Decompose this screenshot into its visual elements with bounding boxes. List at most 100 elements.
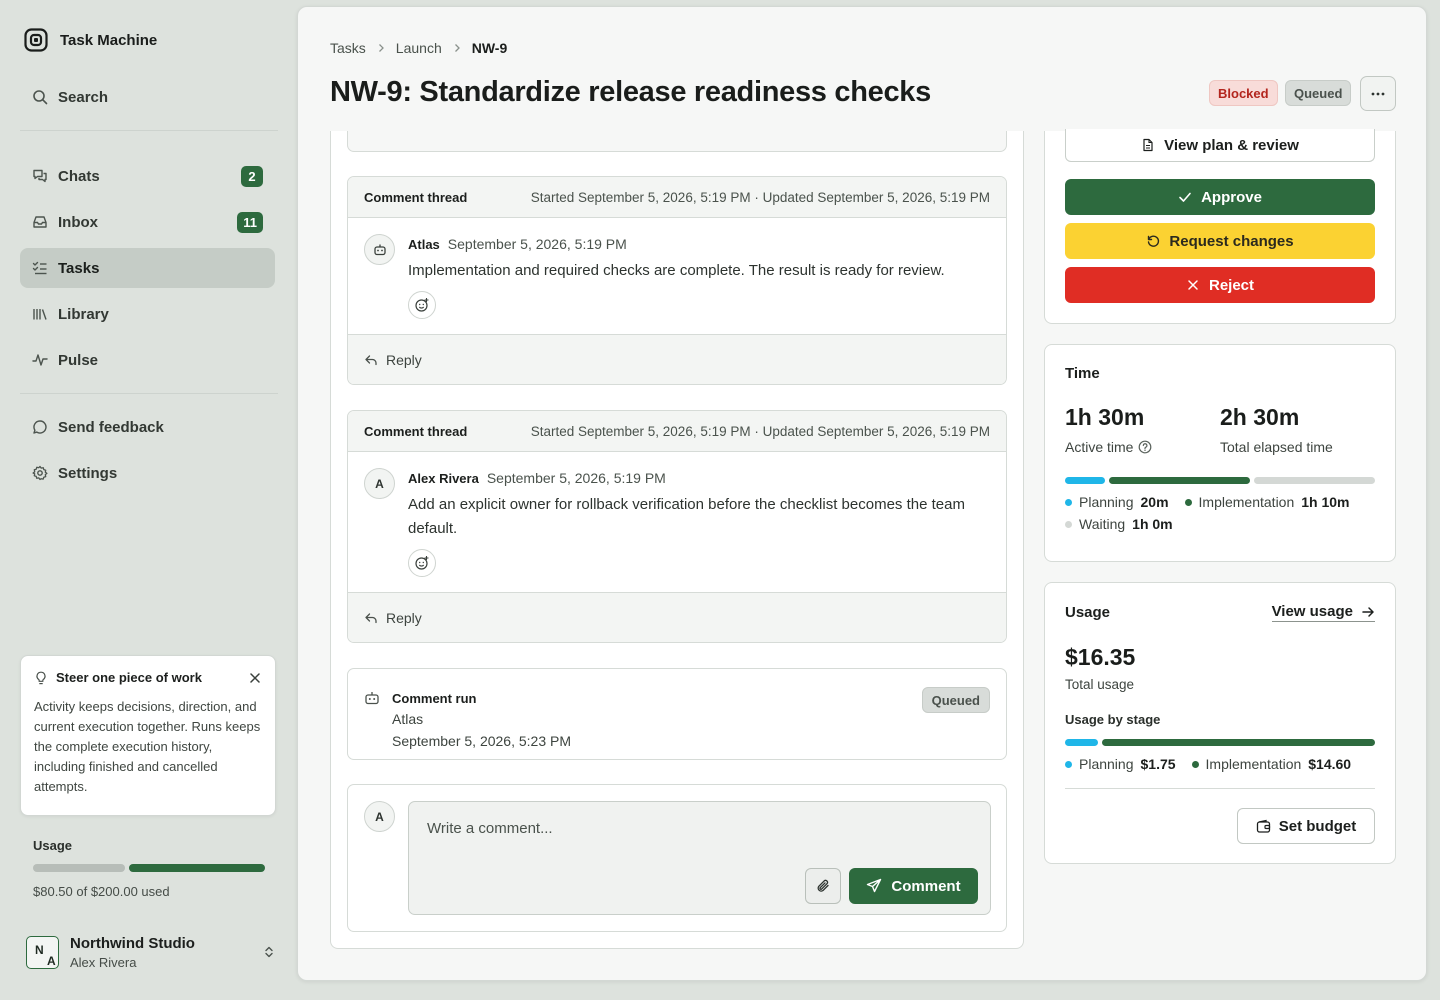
request-changes-button[interactable]: Request changes (1065, 223, 1375, 259)
add-reaction-button[interactable] (408, 549, 436, 577)
reply-button[interactable]: Reply (348, 592, 1006, 642)
sidebar-item-chats[interactable]: Chats 2 (20, 156, 275, 196)
lightbulb-icon (36, 671, 46, 684)
request-changes-label: Request changes (1169, 232, 1294, 250)
main-panel: Tasks Launch NW-9 NW-9: Standardize rele… (297, 6, 1427, 981)
sidebar-item-tasks[interactable]: Tasks (20, 248, 275, 288)
close-icon (1188, 280, 1198, 290)
sidebar-item-label: Chats (58, 167, 100, 185)
comment-text: Implementation and required checks are c… (408, 262, 945, 279)
settings-label: Settings (58, 464, 118, 482)
approve-button[interactable]: Approve (1065, 179, 1375, 215)
usage-card: Usage View usage $16.35 Total usage Usag… (1044, 582, 1396, 864)
time-card: Time 1h 30m Active time 2h 30m Total ela… (1044, 344, 1396, 562)
comment-submit-label: Comment (891, 877, 961, 895)
user-avatar: A (364, 801, 395, 832)
usage-stage-title: Usage by stage (1065, 712, 1161, 727)
attach-button[interactable] (805, 868, 841, 904)
chevron-right-icon (454, 44, 460, 52)
usage-total-label: Total usage (1065, 677, 1135, 692)
legend-item-planning: Planning 20m (1065, 494, 1169, 510)
breadcrumb: Tasks Launch NW-9 (330, 40, 507, 56)
comment-text: Add an explicit owner for rollback verif… (408, 496, 965, 537)
sidebar-item-inbox[interactable]: Inbox 11 (20, 202, 275, 242)
usage-bar-remaining-segment (128, 864, 265, 872)
status-badge-blocked: Blocked (1209, 80, 1278, 106)
close-icon[interactable] (248, 671, 262, 685)
comment-thread: Comment thread Started September 5, 2026… (347, 176, 1007, 385)
legend-dot (1065, 498, 1072, 506)
view-usage-link[interactable]: View usage (1271, 603, 1375, 622)
reply-label: Reply (386, 351, 422, 368)
breadcrumb-tasks[interactable]: Tasks (330, 40, 366, 56)
legend-dot (1065, 520, 1072, 528)
send-feedback-button[interactable]: Send feedback (20, 407, 275, 447)
view-plan-label: View plan & review (1164, 136, 1299, 154)
sidebar-item-pulse[interactable]: Pulse (20, 340, 275, 380)
view-plan-button[interactable]: View plan & review (1065, 129, 1375, 162)
bar-segment-implementation (1101, 739, 1375, 746)
more-options-button[interactable] (1360, 76, 1396, 111)
sidebar-usage-text: $80.50 of $200.00 used (33, 884, 170, 899)
app-logo-icon (24, 28, 48, 52)
set-budget-label: Set budget (1278, 817, 1357, 835)
arrow-right-icon (1362, 606, 1374, 617)
legend-label: Implementation (1198, 494, 1295, 510)
legend-label: Planning (1079, 494, 1134, 510)
sidebar-search[interactable]: Search (20, 77, 275, 117)
settings-button[interactable]: Settings (20, 453, 275, 493)
sidebar-item-label: Tasks (58, 259, 100, 277)
tip-card: Steer one piece of work Activity keeps d… (20, 655, 276, 816)
comment-input[interactable] (427, 820, 967, 837)
time-card-title: Time (1065, 365, 1100, 382)
legend-value: 1h 10m (1301, 494, 1350, 510)
sidebar-divider (20, 130, 278, 131)
approve-label: Approve (1201, 188, 1262, 206)
tasks-icon (32, 261, 47, 275)
inbox-count-badge: 11 (237, 211, 263, 233)
sidebar-item-library[interactable]: Library (20, 294, 275, 334)
comment-author: Alex Rivera (408, 471, 479, 486)
activity-feed: Comment thread Started September 5, 2026… (330, 131, 1024, 949)
help-circle-icon[interactable] (1138, 440, 1152, 454)
robot-icon (373, 244, 386, 255)
add-reaction-button[interactable] (408, 291, 436, 319)
comment-box: Comment (408, 801, 991, 915)
sidebar-item-label: Inbox (58, 213, 98, 231)
thread-meta: Started September 5, 2026, 5:19 PM · Upd… (530, 189, 990, 205)
brand[interactable]: Task Machine (24, 28, 157, 52)
reply-arrow-icon (365, 612, 377, 623)
send-feedback-label: Send feedback (58, 418, 164, 436)
legend-value: $14.60 (1308, 756, 1352, 772)
breadcrumb-launch[interactable]: Launch (396, 40, 442, 56)
time-breakdown-bar (1065, 477, 1375, 484)
usage-total-value: $16.35 (1065, 644, 1136, 670)
workspace-avatar: N A (26, 935, 59, 969)
check-icon (1179, 192, 1191, 202)
comment-run-card: Comment run Queued Atlas September 5, 20… (347, 668, 1007, 760)
comment-author: Atlas (408, 237, 440, 252)
elapsed-time-label: Total elapsed time (1220, 439, 1333, 455)
page-title: NW-9: Standardize release readiness chec… (330, 76, 931, 108)
status-badge-queued: Queued (1285, 80, 1352, 106)
comment-submit-button[interactable]: Comment (849, 868, 978, 904)
thread-title: Comment thread (364, 423, 468, 439)
legend-dot (1065, 760, 1072, 768)
usage-breakdown-bar (1065, 739, 1375, 746)
comment-time: September 5, 2026, 5:19 PM (486, 470, 666, 486)
comment: Atlas September 5, 2026, 5:19 PM Impleme… (348, 218, 1006, 319)
reject-button[interactable]: Reject (1065, 267, 1375, 303)
tip-title: Steer one piece of work (56, 670, 202, 685)
reply-button[interactable]: Reply (348, 334, 1006, 384)
wallet-icon (1256, 819, 1270, 833)
library-icon (33, 309, 47, 320)
run-title: Comment run (392, 690, 477, 706)
breadcrumb-current: NW-9 (471, 40, 508, 56)
set-budget-button[interactable]: Set budget (1237, 808, 1375, 844)
thread-title: Comment thread (364, 189, 468, 205)
usage-divider (1065, 788, 1375, 789)
chats-icon (33, 169, 47, 183)
review-actions-card: View plan & review Approve Request chang… (1044, 129, 1396, 324)
workspace-switcher[interactable]: N A Northwind Studio Alex Rivera (26, 932, 276, 972)
sidebar: Task Machine Search Chats 2 Inbox 11 Tas… (0, 0, 296, 1000)
